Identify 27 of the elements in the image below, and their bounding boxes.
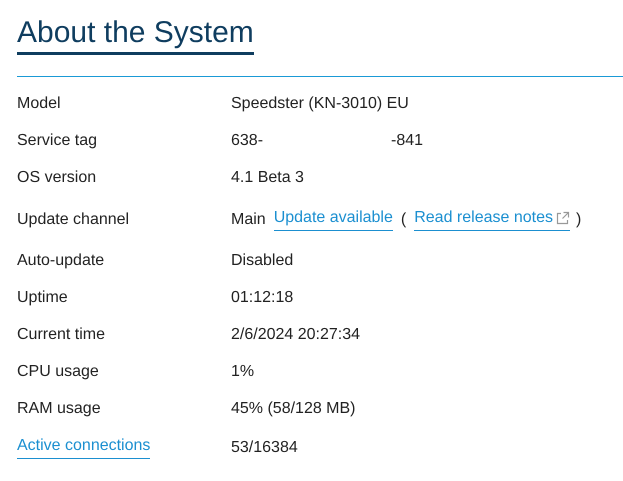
field-label: Update channel [17, 210, 130, 228]
update-link[interactable]: Update available [274, 208, 393, 231]
field-value: 2/6/2024 20:27:34 [231, 325, 360, 345]
release-notes-link[interactable]: Read release notes [414, 208, 570, 231]
field-value: 1% [231, 362, 254, 382]
field-label: CPU usage [17, 363, 99, 380]
field-value: 53/16384 [231, 438, 298, 458]
field-value: Main [231, 210, 266, 230]
field-label: RAM usage [17, 400, 101, 417]
external-link-icon [554, 210, 570, 226]
field-label: Service tag [17, 132, 98, 149]
field-value: Disabled [231, 251, 294, 271]
connections-link[interactable]: Active connections [17, 436, 150, 459]
field-value: 01:12:18 [231, 288, 294, 308]
field-value: ) [576, 210, 582, 230]
field-value: Speedster (KN-3010) EU [231, 94, 409, 114]
field-label: Uptime [17, 289, 68, 306]
field-value: -841 [391, 131, 424, 151]
field-label: Auto-update [17, 252, 104, 269]
field-label: OS version [17, 169, 96, 186]
field-label: Model [17, 95, 61, 112]
field-value: 4.1 Beta 3 [231, 168, 304, 188]
field-value: ( [400, 210, 406, 230]
field-value: 638- [231, 131, 264, 151]
field-value: 45% (58/128 MB) [231, 399, 356, 419]
page-title: About the System [17, 0, 254, 55]
field-label: Current time [17, 326, 106, 343]
